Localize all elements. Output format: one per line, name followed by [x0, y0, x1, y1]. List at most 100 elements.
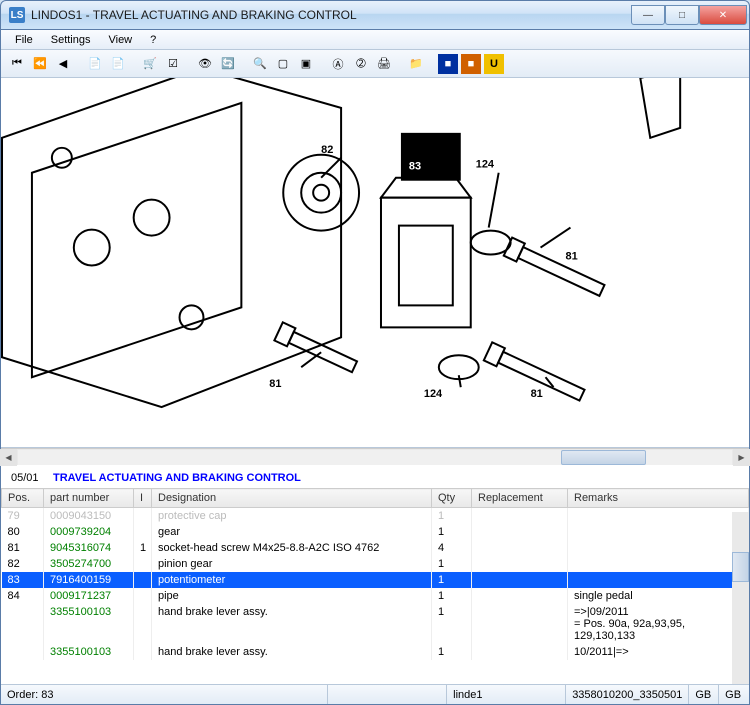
diagram-label-83: 83	[409, 161, 421, 173]
cell-repl	[472, 644, 568, 660]
menu-file[interactable]: File	[7, 32, 41, 48]
col-qty[interactable]: Qty	[432, 489, 472, 508]
close-button[interactable]: ✕	[699, 5, 747, 25]
cell-i: 1	[134, 540, 152, 556]
diagram-label-82: 82	[321, 144, 333, 156]
cell-desig: gear	[152, 524, 432, 540]
arrow-a-icon[interactable]: ➁	[351, 54, 371, 74]
cell-i	[134, 588, 152, 604]
export-1-icon[interactable]: 📄	[85, 54, 105, 74]
cell-pn: 3505274700	[44, 556, 134, 572]
diagram-label-81b: 81	[269, 378, 281, 390]
table-row[interactable]: 790009043150protective cap1	[2, 508, 749, 525]
col-i[interactable]: I	[134, 489, 152, 508]
app-icon: LS	[9, 7, 25, 23]
cell-i	[134, 508, 152, 525]
cell-i	[134, 572, 152, 588]
cell-repl	[472, 540, 568, 556]
table-row[interactable]: 800009739204gear1	[2, 524, 749, 540]
cell-repl	[472, 556, 568, 572]
cell-desig: hand brake lever assy.	[152, 604, 432, 644]
diagram-label-124a: 124	[476, 159, 495, 171]
cell-pn: 0009171237	[44, 588, 134, 604]
table-row[interactable]: 837916400159potentiometer1	[2, 572, 749, 588]
parts-table[interactable]: Pos. part number I Designation Qty Repla…	[1, 488, 749, 660]
nav-back-icon[interactable]: ◀	[53, 54, 73, 74]
cell-repl	[472, 604, 568, 644]
diagram-label-81c: 81	[531, 388, 543, 400]
cell-pn: 3355100103	[44, 644, 134, 660]
cell-desig: pipe	[152, 588, 432, 604]
checkbox-icon[interactable]: ☑	[163, 54, 183, 74]
nav-first-icon[interactable]: ⏮	[7, 54, 27, 74]
cell-repl	[472, 524, 568, 540]
target-icon[interactable]: Ⓐ	[328, 54, 348, 74]
table-row[interactable]: 8190453160741socket-head screw M4x25-8.8…	[2, 540, 749, 556]
cell-qty: 1	[432, 644, 472, 660]
diagram-hscrollbar[interactable]: ◀ ▶	[1, 448, 749, 465]
menu-help[interactable]: ?	[142, 32, 164, 48]
minimize-button[interactable]: —	[631, 5, 665, 25]
doc2-icon[interactable]: ▣	[296, 54, 316, 74]
section-header: 05/01 TRAVEL ACTUATING AND BRAKING CONTR…	[1, 465, 749, 488]
diagram-viewport[interactable]: 82 124 81 81 124 81 83	[1, 78, 749, 448]
cell-rem: 10/2011|=>	[568, 644, 749, 660]
cell-i	[134, 556, 152, 572]
col-repl[interactable]: Replacement	[472, 489, 568, 508]
square-orange-icon[interactable]: ■	[461, 54, 481, 74]
cell-pos: 80	[2, 524, 44, 540]
table-row[interactable]: 840009171237pipe1single pedal	[2, 588, 749, 604]
cell-qty: 1	[432, 572, 472, 588]
cell-rem: single pedal	[568, 588, 749, 604]
cell-rem	[568, 524, 749, 540]
cell-pos: 83	[2, 572, 44, 588]
cell-repl	[472, 508, 568, 525]
scroll-left-icon[interactable]: ◀	[0, 449, 17, 466]
status-right: 3358010200_3350501	[566, 685, 689, 704]
col-pn[interactable]: part number	[44, 489, 134, 508]
cell-pos: 82	[2, 556, 44, 572]
status-order: Order: 83	[1, 685, 328, 704]
cell-desig: hand brake lever assy.	[152, 644, 432, 660]
table-row[interactable]: 823505274700pinion gear1	[2, 556, 749, 572]
scroll-right-icon[interactable]: ▶	[733, 449, 750, 466]
print-icon[interactable]: 🖨	[374, 54, 394, 74]
cell-desig: pinion gear	[152, 556, 432, 572]
cell-desig: protective cap	[152, 508, 432, 525]
col-rem[interactable]: Remarks	[568, 489, 749, 508]
parts-table-wrap: Pos. part number I Designation Qty Repla…	[1, 488, 749, 684]
scroll-thumb[interactable]	[561, 450, 647, 465]
maximize-button[interactable]: □	[665, 5, 699, 25]
status-mid: linde1	[447, 685, 566, 704]
square-blue-icon[interactable]: ■	[438, 54, 458, 74]
cell-pn: 0009739204	[44, 524, 134, 540]
table-row[interactable]: 3355100103 hand brake lever assy.1 10/2011…	[2, 644, 749, 660]
export-2-icon[interactable]: 📄	[108, 54, 128, 74]
folder-icon[interactable]: 📁	[406, 54, 426, 74]
col-pos[interactable]: Pos.	[2, 489, 44, 508]
eye-off-icon[interactable]: 👁	[195, 54, 215, 74]
doc-icon[interactable]: ▢	[273, 54, 293, 74]
col-desig[interactable]: Designation	[152, 489, 432, 508]
cell-qty: 4	[432, 540, 472, 556]
zoom-in-icon[interactable]: 🔍	[250, 54, 270, 74]
cell-rem	[568, 540, 749, 556]
u-yellow-icon[interactable]: U	[484, 54, 504, 74]
vscroll-thumb[interactable]	[732, 552, 749, 582]
diagram-label-81a: 81	[565, 251, 577, 263]
menu-settings[interactable]: Settings	[43, 32, 99, 48]
refresh-icon[interactable]: 🔄	[218, 54, 238, 74]
cell-repl	[472, 572, 568, 588]
cell-pos	[2, 604, 44, 644]
cell-desig: socket-head screw M4x25-8.8-A2C ISO 4762	[152, 540, 432, 556]
nav-prev-icon[interactable]: ⏪	[30, 54, 50, 74]
section-code: 05/01	[11, 472, 39, 484]
cart-icon[interactable]: 🛒	[140, 54, 160, 74]
table-row[interactable]: 3355100103hand brake lever assy.1=>|09/2…	[2, 604, 749, 644]
cell-qty: 1	[432, 508, 472, 525]
cell-rem	[568, 572, 749, 588]
cell-pos: 79	[2, 508, 44, 525]
table-vscrollbar[interactable]	[732, 512, 749, 684]
cell-pn: 7916400159	[44, 572, 134, 588]
menu-view[interactable]: View	[100, 32, 140, 48]
